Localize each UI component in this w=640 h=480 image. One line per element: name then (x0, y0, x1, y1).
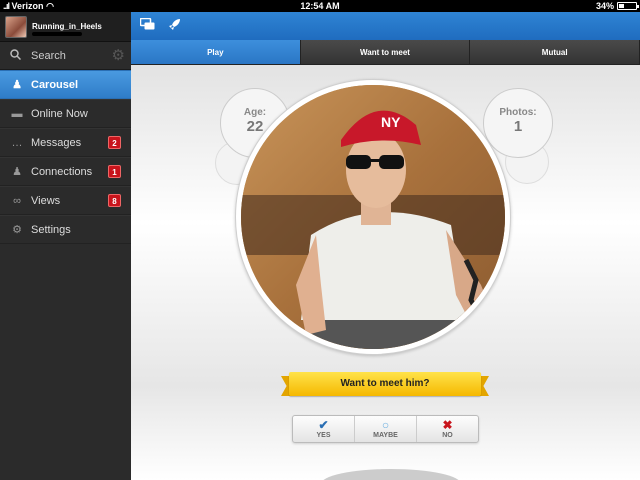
search-icon (10, 47, 22, 65)
views-badge: 8 (108, 194, 121, 207)
chat-bubbles-icon[interactable] (139, 17, 155, 33)
connections-badge: 1 (108, 165, 121, 178)
svg-text:NY: NY (381, 114, 401, 130)
profile-header[interactable]: Running_in_Heels (0, 12, 131, 42)
yes-label: YES (316, 432, 331, 439)
sidebar-item-label: Online Now (31, 107, 88, 120)
sidebar-item-label: Views (31, 194, 61, 207)
sidebar-item-online-now[interactable]: ▬ Online Now (0, 99, 131, 128)
battery-label: 34% (595, 1, 614, 11)
sidebar-item-connections[interactable]: ♟ Connections 1 (0, 157, 131, 186)
sidebar-item-views[interactable]: ∞ Views 8 (0, 186, 131, 215)
search-row[interactable]: Search ⚙ (0, 42, 131, 70)
search-label: Search (31, 49, 66, 62)
clock: 12:54 AM (300, 1, 340, 11)
toolbar (131, 12, 640, 40)
message-icon: … (11, 136, 23, 149)
main-panel: Play Want to meet Mutual Age: 22 Photos:… (131, 12, 640, 480)
tab-play[interactable]: Play (131, 40, 301, 64)
battery: 34% (595, 1, 639, 11)
tab-want-to-meet[interactable]: Want to meet (300, 40, 471, 64)
maybe-button[interactable]: ○ MAYBE (355, 416, 417, 442)
no-label: NO (442, 432, 453, 439)
photos-bubble[interactable]: Photos: 1 (483, 88, 553, 158)
photos-label: Photos: (499, 107, 537, 118)
profile-subtitle-redacted (32, 32, 82, 36)
rocket-icon[interactable] (168, 18, 181, 33)
gears-icon: ⚙ (12, 224, 22, 236)
carousel-icon: ♟ (12, 79, 22, 91)
sidebar-item-settings[interactable]: ⚙ Settings (0, 215, 131, 244)
username: Running_in_Heels (32, 22, 102, 36)
sidebar-item-label: Messages (31, 136, 82, 149)
tab-bar: Play Want to meet Mutual (131, 40, 640, 65)
choice-buttons: ✔ YES ○ MAYBE ✖ NO (292, 415, 479, 443)
chat-icon: ▬ (11, 107, 23, 120)
sidebar-item-label: Carousel (31, 78, 79, 91)
floor-shadow (321, 469, 461, 480)
glasses-icon: ∞ (13, 194, 21, 207)
x-icon: ✖ (442, 418, 453, 432)
sidebar-item-label: Settings (31, 223, 71, 236)
username-label: Running_in_Heels (32, 22, 102, 31)
maybe-label: MAYBE (373, 432, 398, 439)
battery-icon (617, 2, 639, 10)
avatar (5, 15, 27, 38)
people-icon: ♟ (12, 166, 22, 178)
photos-value: 1 (513, 118, 523, 135)
status-bar: ..ıl Verizon ◠ 12:54 AM 34% (0, 0, 640, 12)
no-button[interactable]: ✖ NO (417, 416, 478, 442)
gear-icon[interactable]: ⚙ (112, 48, 125, 63)
yes-button[interactable]: ✔ YES (293, 416, 355, 442)
sidebar-item-messages[interactable]: … Messages 2 (0, 128, 131, 157)
sidebar: Running_in_Heels Search ⚙ ♟ Carousel ▬ O… (0, 12, 131, 480)
tab-mutual[interactable]: Mutual (470, 40, 640, 64)
sidebar-item-carousel[interactable]: ♟ Carousel (0, 70, 131, 99)
sidebar-item-label: Connections (31, 165, 93, 178)
messages-badge: 2 (108, 136, 121, 149)
prompt-ribbon: Want to meet him? (289, 372, 481, 396)
profile-photo-frame[interactable]: NY (235, 79, 511, 355)
circle-icon: ○ (381, 418, 390, 432)
profile-photo: NY (241, 85, 505, 349)
check-icon: ✔ (318, 418, 329, 432)
